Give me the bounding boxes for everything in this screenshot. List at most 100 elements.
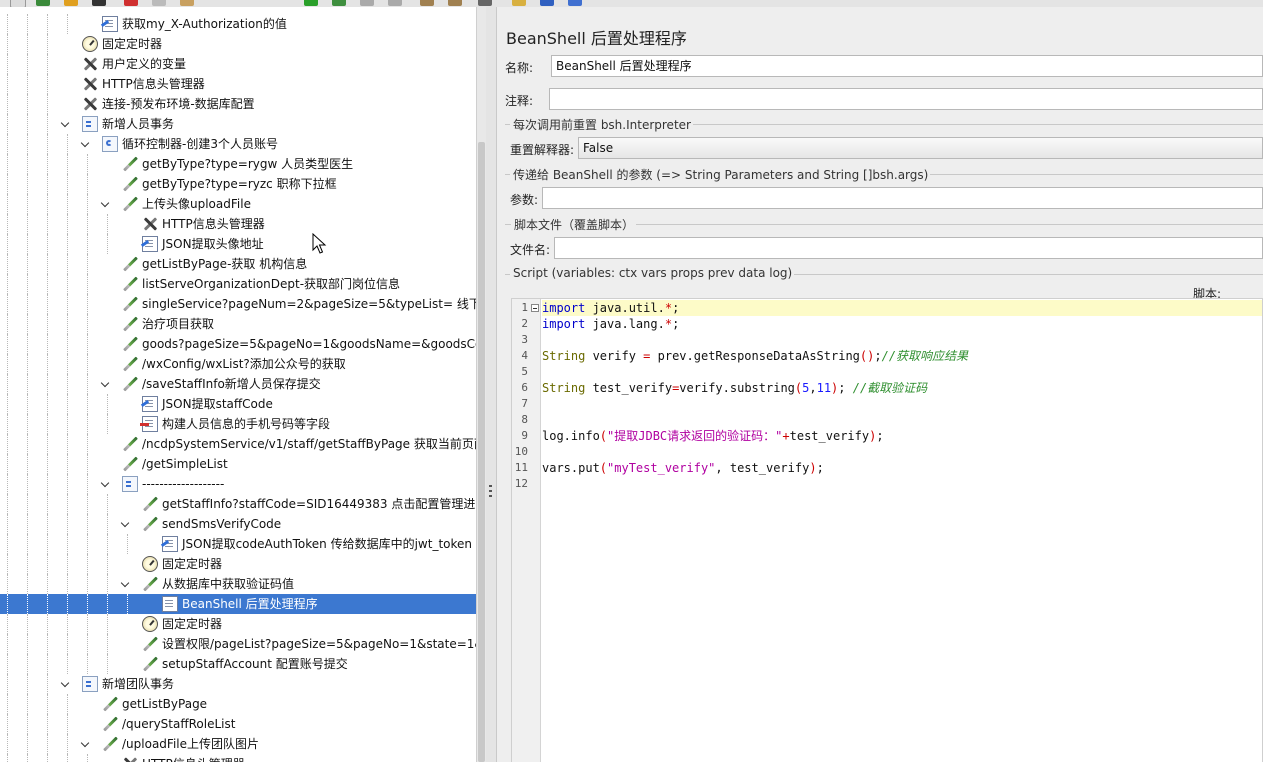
new-icon[interactable] [10,0,26,7]
expand-toggle-icon[interactable] [61,120,69,128]
code-line[interactable]: String test_verify=verify.substring(5,11… [542,380,927,396]
tree-row[interactable]: 新增团队事务 [0,674,476,694]
tree-item-label: 上传头像uploadFile [142,197,251,211]
tree-row[interactable]: listServeOrganizationDept-获取部门岗位信息 [0,274,476,294]
tree-row[interactable]: /queryStaffRoleList [0,714,476,734]
expand-toggle-icon[interactable] [101,480,109,488]
tree-row[interactable]: 新增人员事务 [0,114,476,134]
tree-row[interactable]: 构建人员信息的手机号码等字段 [0,414,476,434]
line-number: 4 [521,349,528,362]
fold-toggle-icon[interactable] [531,304,539,312]
tree-row[interactable]: JSON提取codeAuthToken 传给数据库中的jwt_token [0,534,476,554]
line-number: 8 [521,413,528,426]
open-icon[interactable] [64,0,78,6]
tree-row[interactable]: 从数据库中获取验证码值 [0,574,476,594]
tree-guide-line [87,634,88,654]
tree-row[interactable]: JSON提取头像地址 [0,234,476,254]
search-icon[interactable] [478,0,492,6]
tree-row[interactable]: /saveStaffInfo新增人员保存提交 [0,374,476,394]
tree-row[interactable]: 获取my_X-Authorization的值 [0,14,476,34]
tree-row[interactable]: 治疗项目获取 [0,314,476,334]
tree-row[interactable]: ------------------- [0,474,476,494]
tree-item-label: 固定定时器 [162,557,223,571]
sampler-pen-icon [142,496,158,512]
tree-row[interactable]: 设置权限/pageList?pageSize=5&pageNo=1&state=… [0,634,476,654]
stop-icon[interactable] [360,0,374,6]
name-field[interactable]: BeanShell 后置处理程序 [551,55,1263,77]
expand-toggle-icon[interactable] [61,680,69,688]
templates-icon[interactable] [36,0,50,6]
tree-guide-line [7,34,8,54]
expand-toggle-icon[interactable] [81,140,89,148]
tree-row[interactable]: setupStaffAccount 配置账号提交 [0,654,476,674]
reset-search-icon[interactable] [512,0,526,6]
expand-toggle-icon[interactable] [81,740,89,748]
expand-toggle-icon[interactable] [121,520,129,528]
tree-guide-line [7,134,8,154]
tree-row[interactable]: 用户定义的变量 [0,54,476,74]
tree-guide-line [67,314,68,334]
tree-row[interactable]: 固定定时器 [0,554,476,574]
code-line[interactable]: vars.put("myTest_verify", test_verify); [542,460,824,476]
expand-toggle-icon[interactable] [101,200,109,208]
tree-row[interactable]: 循环控制器-创建3个人员账号 [0,134,476,154]
expand-toggle-icon[interactable] [121,580,129,588]
filename-field[interactable] [554,237,1263,259]
tree-guide-line [7,614,8,634]
tree-row[interactable]: /ncdpSystemService/v1/staff/getStaffByPa… [0,434,476,454]
parameters-field[interactable] [542,187,1263,209]
tree-row[interactable]: /wxConfig/wxList?添加公众号的获取 [0,354,476,374]
code-line[interactable]: String verify = prev.getResponseDataAsSt… [542,348,968,364]
code-line[interactable]: import java.util.*; [542,300,679,316]
tree-row[interactable]: singleService?pageNum=2&pageSize=5&typeL… [0,294,476,314]
tree-row[interactable]: BeanShell 后置处理程序 [0,594,476,614]
tree-row[interactable]: getByType?type=rygw 人员类型医生 [0,154,476,174]
script-editor[interactable]: 1 2 3 4 5 6 7 8 9 10 11 12 import java.util.*; impor… [511,298,1263,762]
test-plan-tree[interactable]: 获取my_X-Authorization的值 固定定时器 用户定义的变量 HTTP信息… [0,7,476,762]
clear-all-icon[interactable] [448,0,462,6]
tree-row[interactable]: sendSmsVerifyCode [0,514,476,534]
cut-icon[interactable] [124,0,138,6]
tree-row[interactable]: 连接-预发布环境-数据库配置 [0,94,476,114]
pane-splitter[interactable] [486,7,497,762]
tree-row[interactable]: getListByPage [0,694,476,714]
tree-row[interactable]: getListByPage-获取 机构信息 [0,254,476,274]
tree-row[interactable]: HTTP信息头管理器 [0,214,476,234]
clear-icon[interactable] [420,0,434,6]
tree-row[interactable]: 固定定时器 [0,614,476,634]
start-icon[interactable] [304,0,318,6]
reset-interpreter-select[interactable]: False [578,137,1263,159]
tree-guide-line [107,614,108,634]
tree-row[interactable]: HTTP信息头管理器 [0,74,476,94]
tree-guide-line [27,634,28,654]
tree-row[interactable]: /uploadFile上传团队图片 [0,734,476,754]
tree-scrollbar[interactable] [476,7,486,762]
expand-toggle-icon[interactable] [101,380,109,388]
tree-row[interactable]: 上传头像uploadFile [0,194,476,214]
shutdown-icon[interactable] [388,0,402,6]
function-helper-icon[interactable] [540,0,554,6]
help-icon[interactable] [568,0,582,6]
tree-row[interactable]: 固定定时器 [0,34,476,54]
paste-icon[interactable] [180,0,194,6]
tree-row[interactable]: goods?pageSize=5&pageNo=1&goodsName=&goo… [0,334,476,354]
save-icon[interactable] [92,0,106,6]
start-no-pause-icon[interactable] [332,0,346,6]
panel-title: BeanShell 后置处理程序 [506,29,687,48]
comment-label: 注释: [505,94,534,108]
code-line[interactable]: log.info("提取JDBC请求返回的验证码："+test_verify); [542,428,884,444]
tree-item-label: HTTP信息头管理器 [102,77,205,91]
tree-row[interactable]: HTTP信息头管理器 [0,754,476,762]
mouse-cursor-icon [312,233,327,254]
tree-scrollbar-thumb[interactable] [478,142,485,762]
copy-icon[interactable] [152,0,166,6]
code-token: test_verify [585,381,673,395]
tree-row[interactable]: JSON提取staffCode [0,394,476,414]
code-line[interactable]: import java.lang.*; [542,316,679,332]
tree-row[interactable]: getByType?type=ryzc 职称下拉框 [0,174,476,194]
tree-guide-line [107,534,108,554]
tree-row[interactable]: /getSimpleList [0,454,476,474]
tree-row[interactable]: getStaffInfo?staffCode=SID16449383 点击配置管… [0,494,476,514]
tree-guide-line [47,74,48,94]
comment-field[interactable] [549,88,1263,110]
